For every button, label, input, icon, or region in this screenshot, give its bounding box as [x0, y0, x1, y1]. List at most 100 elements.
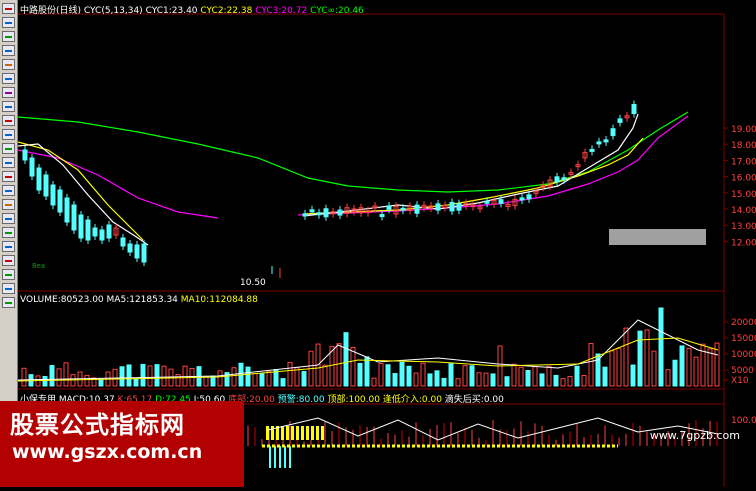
indicator-yellow-11 [321, 426, 324, 440]
chart-tool-icon-22[interactable] [2, 297, 15, 308]
candle-left-0 [22, 149, 28, 161]
volume-bar-87 [630, 364, 636, 387]
volume-bar-69 [504, 376, 510, 387]
volume-bar-48 [357, 362, 363, 387]
candle-left-1 [29, 157, 35, 177]
chart-tool-icon-2[interactable] [2, 17, 15, 28]
candle-right-14 [400, 207, 406, 211]
candle-right-26 [484, 200, 490, 204]
volume-bar-37 [280, 378, 286, 387]
volume-bar-62 [455, 378, 461, 387]
chart-tool-icon-4[interactable] [2, 45, 15, 56]
volume-bar-16 [133, 378, 139, 387]
volume-bar-81 [588, 343, 594, 387]
buy-value: 逢低介入:0.00 [382, 395, 442, 405]
candle-left-4 [50, 184, 56, 206]
indicator-yellow-0 [266, 426, 269, 440]
volume-bar-89 [644, 329, 650, 387]
candle-right-41 [589, 148, 595, 152]
price-tick-label: 15.00 [731, 190, 756, 200]
chart-tool-icon-20[interactable] [2, 269, 15, 280]
indicator-yellow-4 [286, 426, 289, 440]
price-tick-label: 17.00 [731, 157, 756, 167]
indicator-yellow-6 [296, 426, 299, 440]
volume-ma5: MA5:121853.34 [106, 295, 178, 305]
chart-tool-icon-14[interactable] [2, 185, 15, 196]
chart-tool-icon-12[interactable] [2, 157, 15, 168]
indicator-tick-label: 100.00 [731, 416, 756, 426]
volume-bar-91 [658, 307, 664, 387]
indicator-yellow-5 [291, 426, 294, 440]
candle-left-2 [36, 167, 42, 191]
chart-tool-icon-13[interactable] [2, 171, 15, 182]
chart-tool-icon-6[interactable] [2, 73, 15, 84]
volume-bar-59 [434, 370, 440, 387]
candle-left-7 [71, 204, 77, 231]
cyc3-value: CYC3:20.72 [255, 6, 308, 16]
indicator-yellow-3 [281, 426, 284, 440]
candle-right-21 [449, 201, 455, 212]
chart-tool-icon-18[interactable] [2, 241, 15, 252]
volume-bar-74 [539, 373, 545, 387]
candle-right-16 [414, 204, 420, 214]
chart-tool-icon-10[interactable] [2, 129, 15, 140]
volume-bar-35 [266, 371, 272, 387]
candle-right-44 [610, 128, 616, 137]
volume-bar-49 [364, 356, 370, 387]
chart-tool-icon-8[interactable] [2, 101, 15, 112]
volume-bar-19 [154, 364, 160, 387]
volume-bar-71 [518, 366, 524, 387]
volume-bar-66 [483, 372, 489, 387]
candle-right-31 [519, 197, 525, 201]
volume-tick-label: X10 [731, 376, 749, 386]
volume-bar-14 [119, 366, 125, 387]
candle-right-28 [498, 199, 504, 204]
volume-bar-79 [574, 365, 580, 387]
candle-right-32 [526, 194, 532, 200]
volume-tick-label: 20000 [731, 318, 756, 328]
chart-tool-icon-17[interactable] [2, 227, 15, 238]
candle-right-19 [435, 203, 441, 211]
candle-right-36 [554, 176, 560, 183]
volume-bar-57 [420, 362, 426, 387]
chart-tool-icon-7[interactable] [2, 87, 15, 98]
volume-value: VOLUME:80523.00 [20, 295, 104, 305]
chart-tool-icon-11[interactable] [2, 143, 15, 154]
watermark-title: 股票公式指标网 [10, 411, 185, 439]
candle-left-17 [141, 243, 147, 263]
candle-right-37 [561, 177, 567, 181]
candle-left-14 [120, 237, 126, 247]
volume-bar-98 [707, 348, 713, 387]
chart-tool-icon-15[interactable] [2, 199, 15, 210]
indicator-yellow-9 [311, 426, 314, 440]
indicator-yellow-10 [316, 426, 319, 440]
chart-tool-icon-16[interactable] [2, 213, 15, 224]
volume-bar-84 [609, 350, 615, 387]
candle-right-22 [456, 203, 462, 211]
candle-left-8 [78, 214, 84, 239]
watermark-url: www.gszx.com.cn [12, 441, 203, 463]
volume-bar-33 [252, 373, 258, 387]
gray-block [609, 229, 706, 245]
volume-bar-63 [462, 365, 468, 387]
watermark-corner: www.7gpzb.com [649, 429, 740, 442]
chart-tool-icon-21[interactable] [2, 283, 15, 294]
volume-bar-53 [392, 373, 398, 387]
indicator-yellow-8 [306, 426, 309, 440]
chart-tool-icon-9[interactable] [2, 115, 15, 126]
cyc-params: CYC(5,13,34) [83, 6, 143, 16]
cyc1-value: CYC1:23.40 [145, 6, 198, 16]
chart-tool-icon-1[interactable] [2, 3, 15, 14]
volume-bar-4 [49, 365, 55, 387]
volume-bar-51 [378, 363, 384, 387]
chart-tool-icon-3[interactable] [2, 31, 15, 42]
candle-right-45 [617, 118, 623, 123]
volume-bar-0 [21, 367, 27, 387]
candle-right-43 [603, 139, 609, 143]
stock-name: 中路股份(日线) [20, 6, 82, 16]
chart-tool-icon-5[interactable] [2, 59, 15, 70]
volume-tick-label: 15000 [731, 334, 756, 344]
candle-right-11 [379, 214, 385, 218]
chart-tool-icon-19[interactable] [2, 255, 15, 266]
volume-bar-9 [84, 374, 90, 387]
